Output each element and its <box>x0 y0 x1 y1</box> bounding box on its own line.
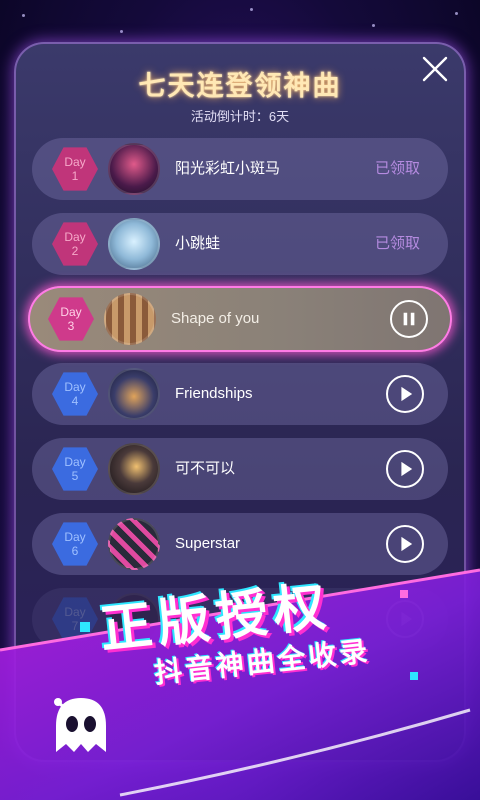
song-cover <box>108 218 160 270</box>
day-number: 1 <box>71 169 79 183</box>
song-title: 可不可以 <box>175 460 236 477</box>
day-word: Day <box>64 530 86 544</box>
star-decoration <box>120 30 123 33</box>
play-button[interactable] <box>386 450 424 488</box>
day-badge: Day 5 <box>52 447 98 491</box>
day-badge: Day 1 <box>52 147 98 191</box>
day-word: Day <box>64 230 86 244</box>
day-badge: Day 3 <box>48 297 94 341</box>
play-icon <box>401 536 413 552</box>
play-button[interactable] <box>386 525 424 563</box>
song-title: 阳光彩虹小斑马 <box>175 160 281 177</box>
star-decoration <box>250 8 253 11</box>
song-cover <box>108 443 160 495</box>
day-number: 5 <box>71 469 79 483</box>
play-icon <box>401 386 413 402</box>
day-number: 3 <box>67 319 75 333</box>
claimed-status: 已领取 <box>374 235 420 252</box>
day-word: Day <box>60 305 82 319</box>
pause-icon <box>403 312 415 326</box>
song-cover <box>104 293 156 345</box>
day-row-3-active[interactable]: Day 3 Shape of you <box>28 286 452 352</box>
claimed-status: 已领取 <box>374 160 420 177</box>
day-row-5[interactable]: Day 5 可不可以 <box>32 438 448 500</box>
song-cover <box>108 368 160 420</box>
star-decoration <box>455 12 458 15</box>
day-word: Day <box>64 380 86 394</box>
play-icon <box>401 461 413 477</box>
song-title: Shape of you <box>171 310 260 327</box>
day-badge: Day 4 <box>52 372 98 416</box>
day-word: Day <box>64 455 86 469</box>
day-row-4[interactable]: Day 4 Friendships <box>32 363 448 425</box>
day-number: 2 <box>71 244 79 258</box>
ghost-mascot-icon <box>54 698 106 752</box>
day-number: 4 <box>71 394 79 408</box>
star-decoration <box>372 24 375 27</box>
day-number: 6 <box>71 544 79 558</box>
song-title: Friendships <box>175 385 253 402</box>
dialog-title: 七天连登领神曲 <box>138 71 342 101</box>
countdown-text: 活动倒计时：6天 <box>190 109 290 124</box>
star-decoration <box>22 14 25 17</box>
day-badge: Day 2 <box>52 222 98 266</box>
pause-button[interactable] <box>390 300 428 338</box>
play-button[interactable] <box>386 375 424 413</box>
song-title: 小跳蛙 <box>175 235 221 252</box>
day-word: Day <box>64 155 86 169</box>
song-cover <box>108 143 160 195</box>
day-row-2[interactable]: Day 2 小跳蛙 已领取 <box>32 213 448 275</box>
day-row-1[interactable]: Day 1 阳光彩虹小斑马 已领取 <box>32 138 448 200</box>
